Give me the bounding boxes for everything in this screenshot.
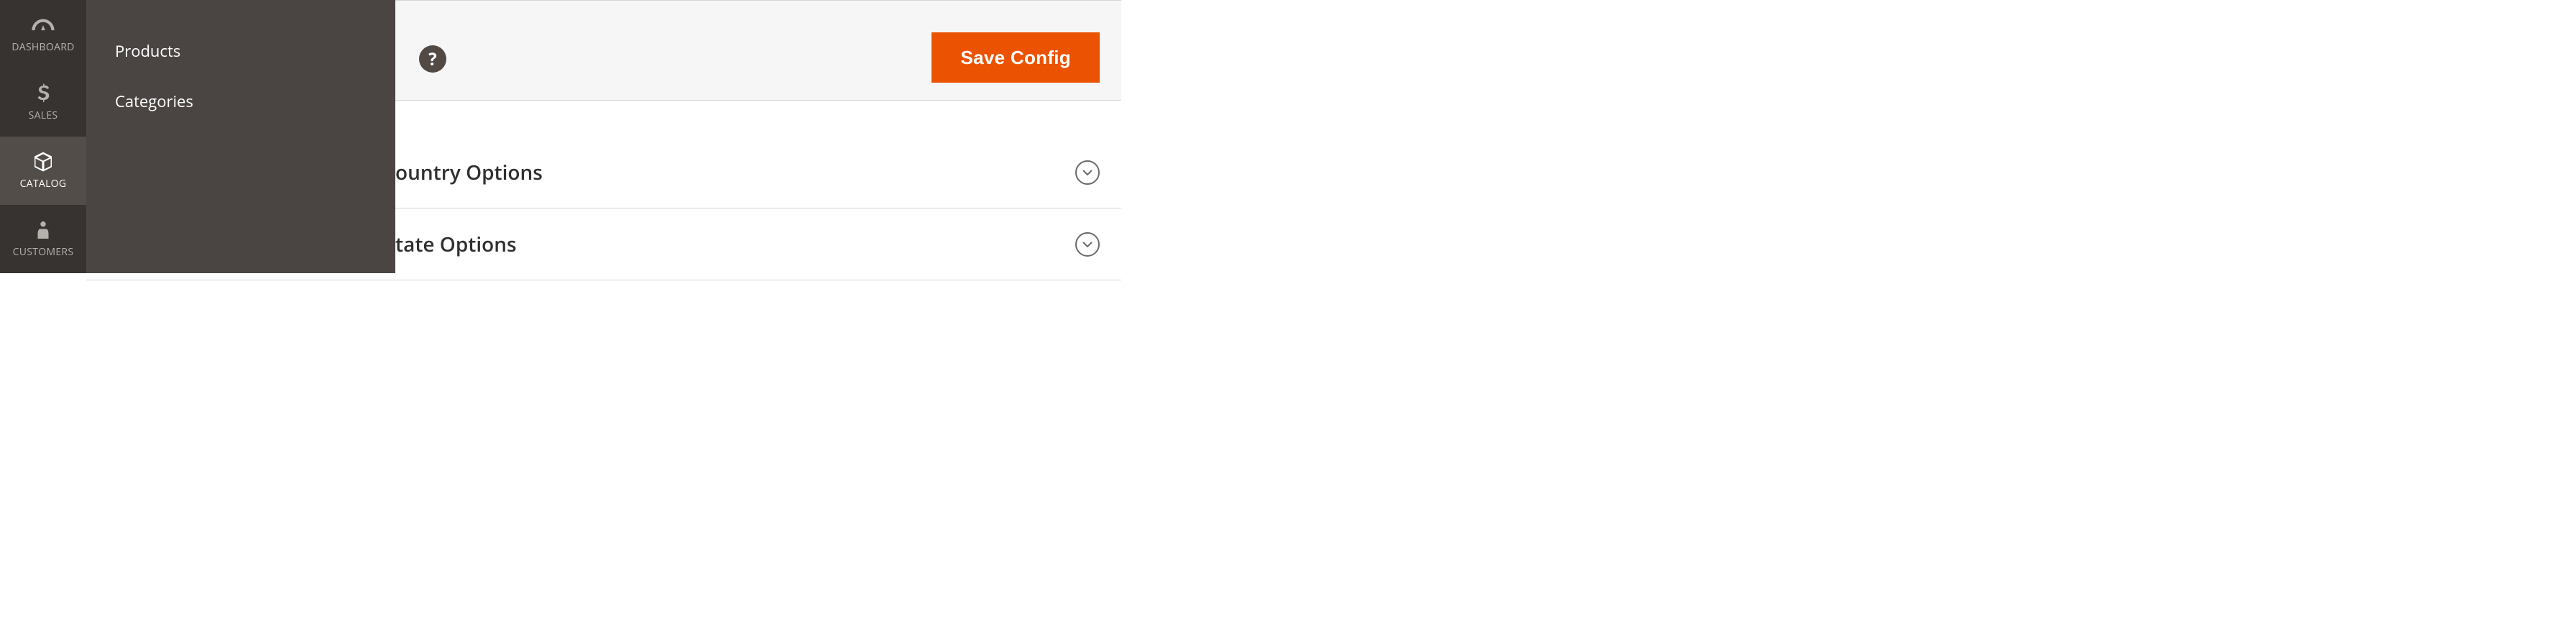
admin-sidebar: DASHBOARD SALES CATALOG CUSTOMERS	[0, 0, 86, 273]
help-icon[interactable]: ?	[419, 45, 446, 73]
section-title: ountry Options	[395, 159, 543, 186]
sidebar-item-label: DASHBOARD	[12, 40, 74, 54]
catalog-flyout: Products Categories	[86, 0, 395, 273]
person-icon	[31, 219, 55, 241]
chevron-down-icon	[1075, 232, 1100, 257]
sidebar-item-dashboard[interactable]: DASHBOARD	[0, 0, 86, 68]
gauge-icon	[31, 14, 55, 36]
chevron-down-icon	[1075, 160, 1100, 185]
flyout-item-categories[interactable]: Categories	[86, 76, 395, 127]
save-config-button[interactable]: Save Config	[932, 32, 1100, 83]
sidebar-item-sales[interactable]: SALES	[0, 68, 86, 137]
sidebar-item-label: SALES	[29, 109, 58, 122]
sidebar-item-catalog[interactable]: CATALOG	[0, 137, 86, 205]
section-title: tate Options	[395, 231, 517, 258]
dollar-icon	[31, 83, 55, 104]
sidebar-item-label: CUSTOMERS	[13, 245, 74, 259]
box-icon	[31, 151, 55, 173]
sidebar-item-label: CATALOG	[20, 177, 67, 191]
sidebar-item-customers[interactable]: CUSTOMERS	[0, 205, 86, 273]
flyout-item-products[interactable]: Products	[86, 26, 395, 76]
